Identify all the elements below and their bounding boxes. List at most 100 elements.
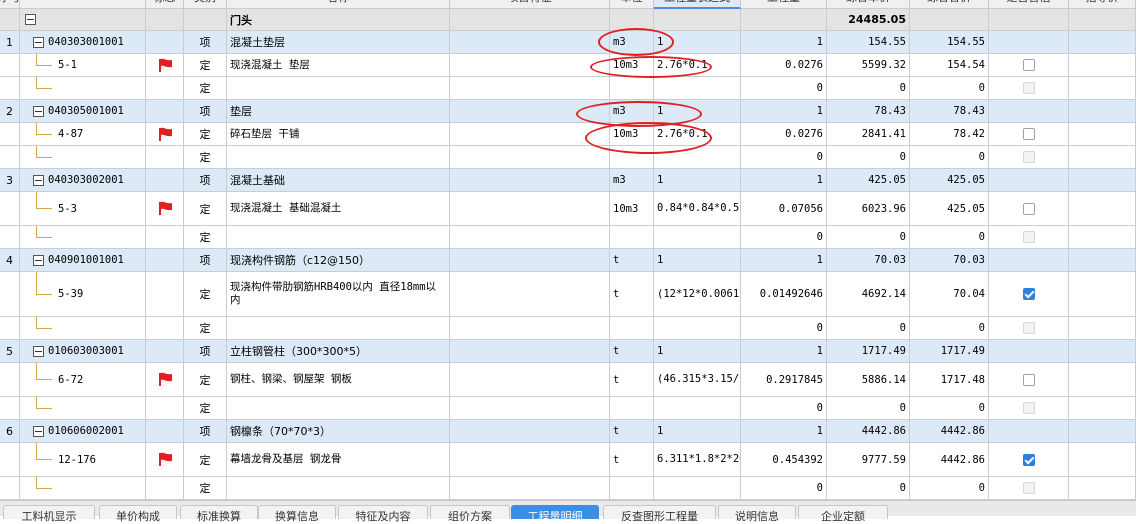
row-expression: 1 (654, 31, 741, 54)
tab-5[interactable]: 组价方案 (430, 505, 510, 523)
row-type: 项 (184, 249, 227, 272)
row-expression: 6.311*1.8*2*20/1000 (654, 443, 741, 477)
tree-connector (36, 477, 52, 489)
bill-item-row[interactable]: 4 040901001001 项现浇构件钢筋（c12@150） t 1 1 70.03 70.… (0, 249, 1136, 272)
column-header[interactable]: 工程量 (741, 0, 827, 9)
quota-row[interactable]: 5-1 定现浇混凝土 垫层 10m3 2.76*0.1 0.0276 5599.32 154… (0, 54, 1136, 77)
row-unit-price: 0 (827, 317, 910, 340)
quota-row[interactable]: 5-39 定现浇构件带肋钢筋HRB400以内 直径18mm以内 t (12*12*0.… (0, 272, 1136, 317)
row-type: 项 (184, 420, 227, 443)
group-total: 24485.05 (827, 9, 910, 31)
tab-3[interactable]: 换算信息 (258, 505, 336, 523)
item-code: 040303002001 (48, 174, 124, 186)
tab-7[interactable]: 反查图形工程量 (603, 505, 716, 523)
tab-1[interactable]: 单价构成 (99, 505, 177, 523)
row-name: 立柱钢管柱（300*300*5） (227, 340, 450, 363)
row-expression (654, 226, 741, 249)
row-total-price: 0 (910, 477, 989, 500)
tab-0[interactable]: 工料机显示 (3, 505, 95, 523)
row-code: 5-3 (20, 192, 146, 226)
empty-quota-row[interactable]: 定000 (0, 226, 1136, 249)
quota-code: 5-1 (58, 59, 77, 71)
row-flag (146, 100, 184, 123)
minus-square-icon[interactable] (33, 254, 44, 266)
tree-connector (36, 54, 52, 66)
tree-connector (36, 443, 52, 460)
row-flag (146, 249, 184, 272)
tab-9[interactable]: 企业定额 (798, 505, 888, 523)
column-header[interactable]: 工程量表达式 (654, 0, 741, 9)
column-header[interactable]: 指导价 (1069, 0, 1136, 9)
row-code: 040303002001 (20, 169, 146, 192)
tab-6[interactable]: 工程量明细 (511, 505, 599, 523)
bill-item-row[interactable]: 2 040305001001 项垫层 m3 1 1 78.43 78.43 (0, 100, 1136, 123)
row-quantity: 0.01492646 (741, 272, 827, 317)
row-name: 垫层 (227, 100, 450, 123)
column-header[interactable]: 类别 (184, 0, 227, 9)
row-provisional (989, 169, 1069, 192)
group-row[interactable]: 门头 24485.05 (0, 9, 1136, 31)
column-header[interactable]: 项目特征 (450, 0, 610, 9)
tab-4[interactable]: 特征及内容 (338, 505, 428, 523)
row-code: 6-72 (20, 363, 146, 397)
checkbox-icon[interactable] (1022, 288, 1035, 300)
quota-row[interactable]: 12-176 定幕墙龙骨及基层 钢龙骨 t6.311*1.8*2*20/10000.… (0, 443, 1136, 477)
row-code: 010606002001 (20, 420, 146, 443)
column-header[interactable]: 标志 (146, 0, 184, 9)
row-unit-price: 0 (827, 477, 910, 500)
row-code: 040305001001 (20, 100, 146, 123)
minus-square-icon[interactable] (33, 345, 44, 357)
column-header[interactable]: 综合合价 (910, 0, 989, 9)
row-name: 混凝土基础 (227, 169, 450, 192)
row-seq (0, 54, 20, 77)
bill-item-row[interactable]: 1 040303001001 项混凝土垫层 m3 1 1 154.55 154.55 (0, 31, 1136, 54)
item-code: 010606002001 (48, 425, 124, 437)
tab-8[interactable]: 说明信息 (718, 505, 796, 523)
row-feature (450, 226, 610, 249)
bill-item-row[interactable]: 6 010606002001 项钢檩条（70*70*3） t 1 1 4442.86 4442… (0, 420, 1136, 443)
empty-quota-row[interactable]: 定000 (0, 146, 1136, 169)
checkbox-icon[interactable] (1022, 128, 1035, 140)
row-name: 碎石垫层 干铺 (227, 123, 450, 146)
quota-row[interactable]: 6-72 定钢柱、钢梁、钢屋架 钢板 t(46.315*3.15/1000)*20.… (0, 363, 1136, 397)
row-unit-price: 70.03 (827, 249, 910, 272)
column-header[interactable]: 单位 (610, 0, 654, 9)
minus-square-icon[interactable] (33, 105, 44, 117)
column-header[interactable]: 是否暂估 (989, 0, 1069, 9)
row-guide-price (1069, 477, 1136, 500)
row-feature (450, 31, 610, 54)
row-type: 定 (184, 363, 227, 397)
row-feature (450, 123, 610, 146)
row-type: 定 (184, 192, 227, 226)
empty-cell (654, 9, 741, 31)
row-type: 定 (184, 443, 227, 477)
quota-row[interactable]: 5-3 定现浇混凝土 基础混凝土 10m30.84*0.84*0.5*20.0705… (0, 192, 1136, 226)
empty-quota-row[interactable]: 定000 (0, 397, 1136, 420)
bill-item-row[interactable]: 3 040303002001 项混凝土基础 m3 1 1 425.05 425.05 (0, 169, 1136, 192)
empty-quota-row[interactable]: 定000 (0, 77, 1136, 100)
column-header[interactable]: 序号 (0, 0, 20, 9)
checkbox-icon[interactable] (1022, 202, 1035, 215)
empty-quota-row[interactable]: 定000 (0, 317, 1136, 340)
minus-square-icon[interactable] (25, 14, 36, 25)
row-quantity: 0.0276 (741, 54, 827, 77)
column-header[interactable]: 综合单价 (827, 0, 910, 9)
column-header-code[interactable] (20, 0, 146, 9)
row-type: 定 (184, 477, 227, 500)
minus-square-icon[interactable] (33, 174, 44, 186)
quota-row[interactable]: 4-87 定碎石垫层 干铺 10m3 2.76*0.1 0.0276 2841.41 78.… (0, 123, 1136, 146)
row-seq (0, 443, 20, 477)
tab-2[interactable]: 标准换算 (180, 505, 258, 523)
column-header[interactable]: 名称 (227, 0, 450, 9)
row-feature (450, 192, 610, 226)
minus-square-icon[interactable] (33, 36, 44, 48)
row-provisional (989, 420, 1069, 443)
checkbox-icon[interactable] (1022, 453, 1035, 466)
checkbox-icon[interactable] (1022, 59, 1035, 71)
bill-item-row[interactable]: 5 010603003001 项立柱钢管柱（300*300*5） t 1 1 1717.49… (0, 340, 1136, 363)
minus-square-icon[interactable] (33, 425, 44, 437)
row-unit: t (610, 420, 654, 443)
checkbox-icon[interactable] (1022, 373, 1035, 386)
empty-quota-row[interactable]: 定000 (0, 477, 1136, 500)
empty-cell (910, 9, 989, 31)
